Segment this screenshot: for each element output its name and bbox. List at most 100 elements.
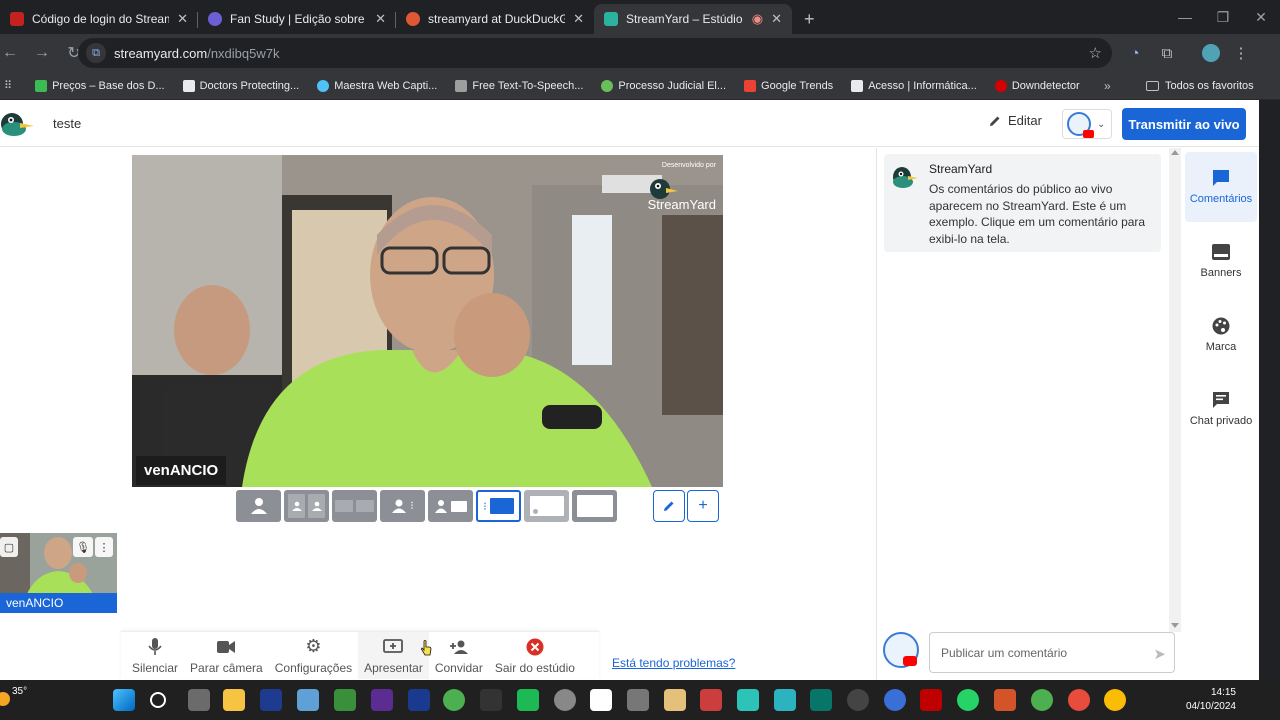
filezilla-icon[interactable] (920, 689, 942, 711)
edit-layout-button[interactable] (653, 490, 685, 522)
participant-thumbnail[interactable]: ▢ 🎙 ⋮ venANCIO (0, 533, 117, 613)
file-explorer-icon[interactable] (223, 689, 245, 711)
chrome-icon[interactable] (443, 689, 465, 711)
chrome-profile-icon[interactable] (1031, 689, 1053, 711)
bookmark-item[interactable]: Preços – Base dos D... (26, 79, 174, 92)
close-tab-icon[interactable]: ✕ (375, 11, 386, 27)
comment-input[interactable]: Publicar um comentário ➤ (929, 632, 1175, 673)
extensions-icon[interactable]: ⧉ (1156, 42, 1178, 64)
all-bookmarks-folder[interactable]: Todos os favoritos (1146, 72, 1254, 100)
weather-widget[interactable]: 35° (0, 686, 27, 706)
profile-avatar-icon[interactable] (1200, 42, 1222, 64)
go-live-button[interactable]: Transmitir ao vivo (1122, 108, 1246, 140)
nav-brand[interactable]: Marca (1185, 300, 1257, 370)
bookmark-item[interactable]: Free Text-To-Speech... (446, 79, 592, 92)
app-dark-icon[interactable] (480, 689, 502, 711)
app-a-icon[interactable] (408, 689, 430, 711)
bookmark-item[interactable]: Acesso | Informática... (842, 79, 986, 92)
browser-menu-icon[interactable]: ⋮ (1230, 42, 1252, 64)
whatsapp-icon[interactable] (957, 689, 979, 711)
layout-screen-sidebar-button[interactable]: ⁝ (476, 490, 521, 522)
app-ndi-icon[interactable] (590, 689, 612, 711)
app-monitor-icon[interactable] (774, 689, 796, 711)
nav-private-chat[interactable]: Chat privado (1185, 374, 1257, 444)
start-icon[interactable] (113, 689, 135, 711)
mic-status-icon[interactable]: 🎙 (73, 537, 93, 557)
layout-solo-button[interactable] (236, 490, 281, 522)
app-search-icon[interactable] (847, 689, 869, 711)
comment-item[interactable]: StreamYard Os comentários do público ao … (884, 154, 1161, 252)
having-problems-link[interactable]: Está tendo problemas? (612, 656, 735, 670)
photos-icon[interactable] (297, 689, 319, 711)
close-tab-icon[interactable]: ✕ (177, 11, 188, 27)
settings-button[interactable]: ⚙ Configurações (269, 632, 358, 679)
mute-button[interactable]: Silenciar (121, 632, 184, 679)
layout-fullscreen-button[interactable] (572, 490, 617, 522)
send-icon[interactable]: ➤ (1153, 645, 1166, 663)
back-icon[interactable]: ← (0, 37, 26, 69)
cast-icon[interactable]: ◔ (1124, 42, 1146, 64)
scroll-up-icon[interactable] (1171, 150, 1179, 155)
bookmark-star-icon[interactable]: ☆ (1089, 44, 1102, 62)
present-button[interactable]: Apresentar (358, 632, 429, 679)
chrome-active-icon[interactable] (1104, 689, 1126, 711)
new-tab-icon[interactable]: + (792, 4, 827, 34)
browser-tab[interactable]: Fan Study | Edição sobre podca... ✕ (198, 4, 396, 34)
stop-camera-button[interactable]: Parar câmera (184, 632, 269, 679)
app-purple-icon[interactable] (371, 689, 393, 711)
commenter-avatar[interactable] (883, 632, 919, 668)
app-grid-icon[interactable] (700, 689, 722, 711)
search-icon[interactable] (150, 692, 166, 708)
browser-tab[interactable]: streamyard at DuckDuckGo ✕ (396, 4, 594, 34)
app-reader-icon[interactable] (994, 689, 1016, 711)
scroll-down-icon[interactable] (1171, 623, 1179, 628)
app-l-icon[interactable] (260, 689, 282, 711)
clock[interactable]: 14:15 04/10/2024 (1186, 686, 1236, 714)
remove-from-stage-icon[interactable]: ▢ (0, 537, 18, 557)
url-field[interactable]: ⧉ streamyard.com/nxdibq5w7k ☆ (78, 38, 1112, 68)
task-view-icon[interactable] (188, 689, 210, 711)
publisher-icon[interactable] (810, 689, 832, 711)
app-car-icon[interactable] (627, 689, 649, 711)
destinations-button[interactable]: ⌄ (1062, 109, 1112, 139)
nav-comments[interactable]: Comentários (1185, 152, 1257, 222)
minimize-icon[interactable]: — (1166, 0, 1204, 34)
site-info-icon[interactable]: ⧉ (86, 43, 106, 63)
close-window-icon[interactable]: ✕ (1242, 0, 1280, 34)
layout-group-button[interactable] (332, 490, 377, 522)
app-teal-icon[interactable] (517, 689, 539, 711)
layout-person-screen-button[interactable] (428, 490, 473, 522)
browser-tab[interactable]: Código de login do StreamYard ✕ (0, 4, 198, 34)
bookmark-item[interactable]: Doctors Protecting... (174, 79, 309, 92)
layout-cropped-button[interactable] (284, 490, 329, 522)
close-tab-icon[interactable]: ✕ (771, 11, 782, 27)
add-layout-button[interactable]: + (687, 490, 719, 522)
broadcast-name[interactable]: teste (53, 116, 81, 131)
bookmark-item[interactable]: Processo Judicial El... (592, 79, 735, 92)
app-green-icon[interactable] (334, 689, 356, 711)
nav-banners[interactable]: Banners (1185, 226, 1257, 296)
bookmarks-overflow-icon[interactable]: » (1104, 72, 1111, 100)
more-options-icon[interactable]: ⋮ (95, 537, 113, 557)
stage-video[interactable]: Desenvolvido por StreamYard venANCIO (132, 155, 723, 487)
bookmark-item[interactable]: Maestra Web Capti... (308, 79, 446, 92)
streamyard-logo-icon[interactable] (0, 109, 34, 139)
app-blue-icon[interactable] (884, 689, 906, 711)
edit-button[interactable]: Editar (988, 113, 1042, 128)
app-notes-icon[interactable] (664, 689, 686, 711)
close-tab-icon[interactable]: ✕ (573, 11, 584, 27)
apps-icon[interactable]: ⠿ (4, 79, 26, 92)
browser-tab-active[interactable]: StreamYard – Estúdio ◉ ✕ (594, 4, 792, 34)
app-pen-icon[interactable] (737, 689, 759, 711)
bookmark-item[interactable]: Google Trends (735, 79, 842, 92)
leave-studio-button[interactable]: Sair do estúdio (489, 632, 581, 679)
maximize-icon[interactable]: ❐ (1204, 0, 1242, 34)
bookmark-item[interactable]: Downdetector (986, 79, 1089, 92)
layout-fullscreen-with-thumb-button[interactable] (524, 490, 569, 522)
layout-sidebar-people-button[interactable]: ⁝ (380, 490, 425, 522)
app-circle-icon[interactable] (554, 689, 576, 711)
invite-button[interactable]: Convidar (429, 632, 489, 679)
comments-scrollbar[interactable] (1169, 148, 1181, 632)
forward-icon[interactable]: → (26, 37, 58, 69)
chrome-profile-icon[interactable] (1068, 689, 1090, 711)
